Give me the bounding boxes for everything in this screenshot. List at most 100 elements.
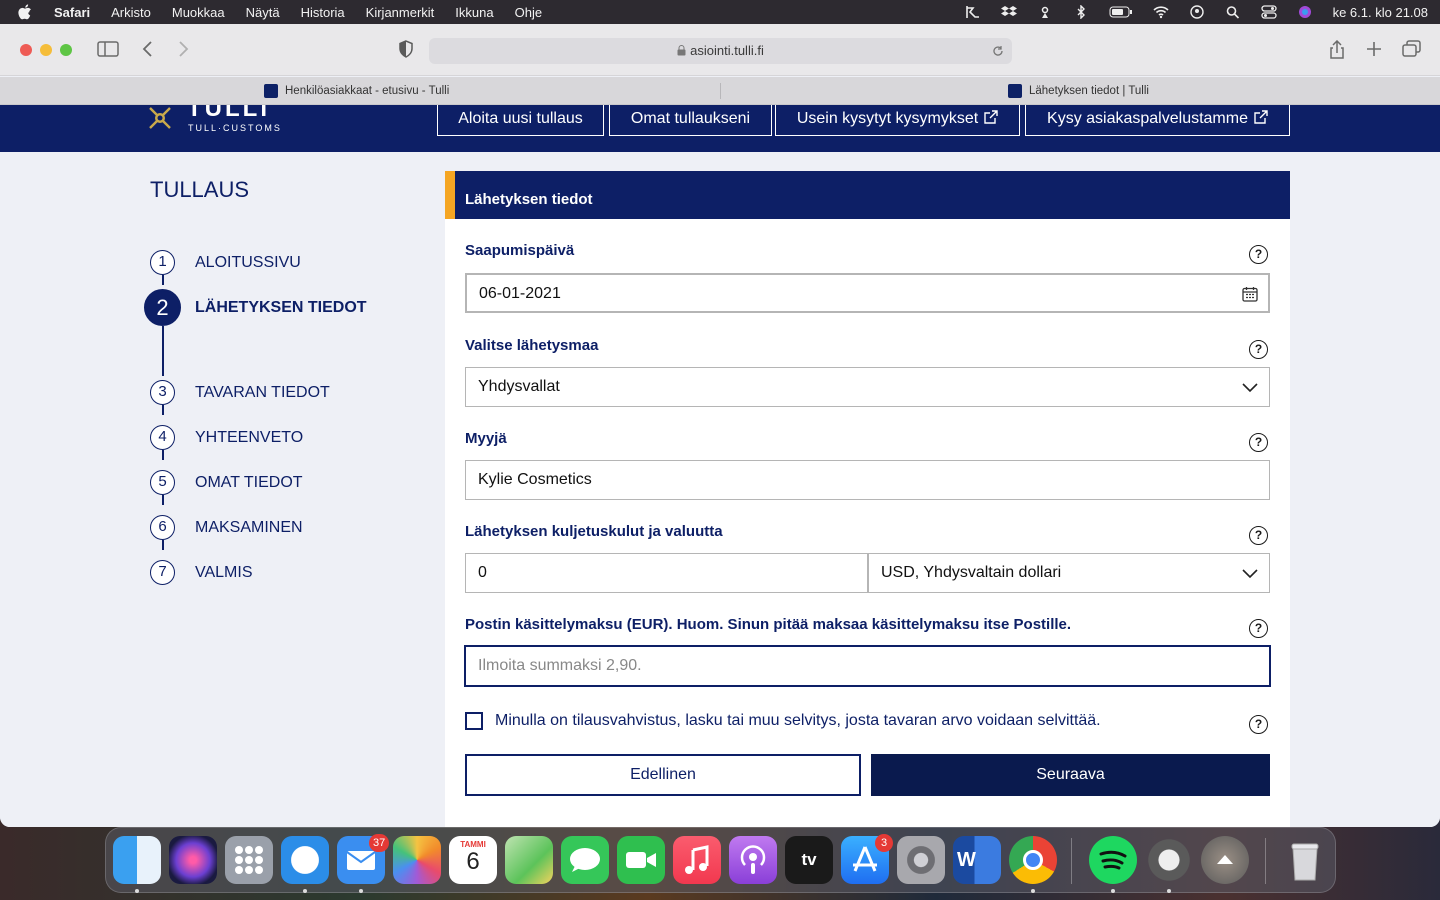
address-bar[interactable]: asiointi.tulli.fi: [429, 38, 1012, 64]
help-icon[interactable]: ?: [1249, 245, 1268, 264]
next-button[interactable]: Seuraava: [871, 754, 1270, 796]
shipping-cost-input[interactable]: 0: [465, 553, 868, 593]
shipping-cost-value: 0: [478, 564, 487, 581]
calendar-icon[interactable]: [1242, 286, 1258, 302]
spotlight-icon[interactable]: [1225, 5, 1241, 19]
help-icon[interactable]: ?: [1249, 526, 1268, 545]
step-number: 6: [150, 515, 175, 540]
launchpad-grid-icon: [235, 846, 263, 874]
istat-icon[interactable]: [1145, 836, 1193, 884]
previous-button[interactable]: Edellinen: [465, 754, 861, 796]
country-select[interactable]: Yhdysvallat: [465, 367, 1270, 407]
step-label: ALOITUSSIVU: [195, 253, 301, 271]
chrome-icon[interactable]: [1009, 836, 1057, 884]
help-icon[interactable]: ?: [1249, 619, 1268, 638]
maps-icon[interactable]: [505, 836, 553, 884]
nav-my-declarations[interactable]: Omat tullaukseni: [609, 105, 772, 136]
reload-icon[interactable]: [992, 45, 1004, 57]
close-window-button[interactable]: [20, 44, 32, 56]
tab-henkiloasiakkaat[interactable]: Henkilöasiakkaat - etusivu - Tulli: [264, 77, 449, 105]
menu-app-name[interactable]: Safari: [54, 5, 90, 20]
trash-icon[interactable]: [1281, 836, 1329, 884]
podcasts-icon[interactable]: [729, 836, 777, 884]
airplay-icon[interactable]: [1037, 5, 1053, 19]
nav-customer-service[interactable]: Kysy asiakaspalvelustamme: [1025, 105, 1290, 136]
word-icon[interactable]: W: [953, 836, 1001, 884]
invoice-confirmation-label[interactable]: Minulla on tilausvahvistus, lasku tai mu…: [495, 712, 1101, 730]
appstore-icon[interactable]: 3: [841, 834, 893, 884]
finder-icon[interactable]: [113, 836, 161, 884]
calendar-day: 6: [466, 848, 480, 875]
minimize-window-button[interactable]: [40, 44, 52, 56]
bluetooth-icon[interactable]: [1073, 5, 1089, 19]
arrival-date-value: 06-01-2021: [479, 285, 561, 302]
download-icon[interactable]: [1201, 836, 1249, 884]
launchpad-icon[interactable]: [225, 836, 273, 884]
country-value: Yhdysvallat: [478, 378, 560, 395]
music-icon[interactable]: [673, 836, 721, 884]
nav-faq[interactable]: Usein kysytyt kysymykset: [775, 105, 1020, 136]
shipment-form: Lähetyksen tiedot Saapumispäivä ? 06-01-…: [445, 171, 1290, 827]
sidebar-toggle-icon[interactable]: [97, 40, 119, 58]
siri-icon[interactable]: [169, 836, 217, 884]
siri-icon[interactable]: [1297, 5, 1313, 19]
apple-icon[interactable]: [18, 4, 32, 20]
dropbox-icon[interactable]: [1000, 5, 1017, 19]
control-center-icon[interactable]: [1260, 5, 1277, 19]
invoice-confirmation-checkbox[interactable]: [465, 712, 483, 730]
photos-icon[interactable]: [393, 836, 441, 884]
web-page: TULLI TULL·CUSTOMS Aloita uusi tullaus O…: [0, 105, 1440, 827]
help-icon[interactable]: ?: [1249, 340, 1268, 359]
step-label: TAVARAN TIEDOT: [195, 383, 330, 401]
step-aloitussivu[interactable]: 1 ALOITUSSIVU: [150, 250, 301, 275]
postal-fee-label: Postin käsittelymaksu (EUR). Huom. Sinun…: [465, 616, 1072, 633]
remote-icon[interactable]: [965, 5, 981, 19]
messages-icon[interactable]: [561, 836, 609, 884]
privacy-shield-icon[interactable]: [398, 40, 414, 58]
calendar-icon[interactable]: TAMMI 6: [449, 836, 497, 884]
safari-icon[interactable]: [281, 836, 329, 884]
share-icon[interactable]: [1328, 40, 1346, 60]
menu-clock[interactable]: ke 6.1. klo 21.08: [1333, 5, 1428, 20]
tab-bar: Henkilöasiakkaat - etusivu - Tulli Lähet…: [0, 77, 1440, 105]
mail-icon[interactable]: 37: [337, 834, 390, 884]
currency-value: USD, Yhdysvaltain dollari: [881, 564, 1062, 581]
nav-label: Omat tullaukseni: [630, 110, 751, 127]
zoom-window-button[interactable]: [60, 44, 72, 56]
tab-overview-icon[interactable]: [1402, 40, 1422, 58]
step-maksaminen: 6 MAKSAMINEN: [150, 515, 303, 540]
currency-select[interactable]: USD, Yhdysvaltain dollari: [868, 553, 1270, 593]
tab-lahetyksen-tiedot[interactable]: Lähetyksen tiedot | Tulli: [1008, 77, 1149, 105]
shipping-cost-label: Lähetyksen kuljetuskulut ja valuutta: [465, 523, 723, 540]
word-label: W: [957, 849, 976, 871]
seller-input[interactable]: Kylie Cosmetics: [465, 460, 1270, 500]
step-connector: [162, 540, 164, 550]
step-yhteenveto: 4 YHTEENVETO: [150, 425, 303, 450]
menu-help[interactable]: Ohje: [515, 5, 542, 20]
step-number: 5: [150, 470, 175, 495]
appletv-icon[interactable]: tv: [785, 836, 833, 884]
menu-window[interactable]: Ikkuna: [455, 5, 493, 20]
postal-fee-input[interactable]: Ilmoita summaksi 2,90.: [465, 646, 1270, 686]
spotify-icon[interactable]: [1089, 836, 1137, 884]
menu-view[interactable]: Näytä: [246, 5, 280, 20]
tab-title: Henkilöasiakkaat - etusivu - Tulli: [285, 85, 450, 97]
step-connector: [162, 326, 164, 376]
wifi-icon[interactable]: [1153, 5, 1169, 19]
help-icon[interactable]: ?: [1249, 715, 1268, 734]
menu-edit[interactable]: Muokkaa: [172, 5, 225, 20]
appletv-label: tv: [801, 850, 817, 869]
nav-start-new-declaration[interactable]: Aloita uusi tullaus: [437, 105, 604, 136]
menu-file[interactable]: Arkisto: [111, 5, 151, 20]
new-tab-icon[interactable]: [1366, 40, 1382, 58]
help-icon[interactable]: ?: [1249, 433, 1268, 452]
arrival-date-input[interactable]: 06-01-2021: [465, 273, 1270, 313]
menu-bookmarks[interactable]: Kirjanmerkit: [366, 5, 435, 20]
menu-history[interactable]: Historia: [301, 5, 345, 20]
back-icon[interactable]: [141, 40, 155, 58]
battery-icon[interactable]: [1109, 5, 1133, 19]
facetime-icon[interactable]: [617, 836, 665, 884]
forward-icon[interactable]: [176, 40, 190, 58]
system-preferences-icon[interactable]: [897, 836, 945, 884]
user-icon[interactable]: [1189, 5, 1205, 19]
